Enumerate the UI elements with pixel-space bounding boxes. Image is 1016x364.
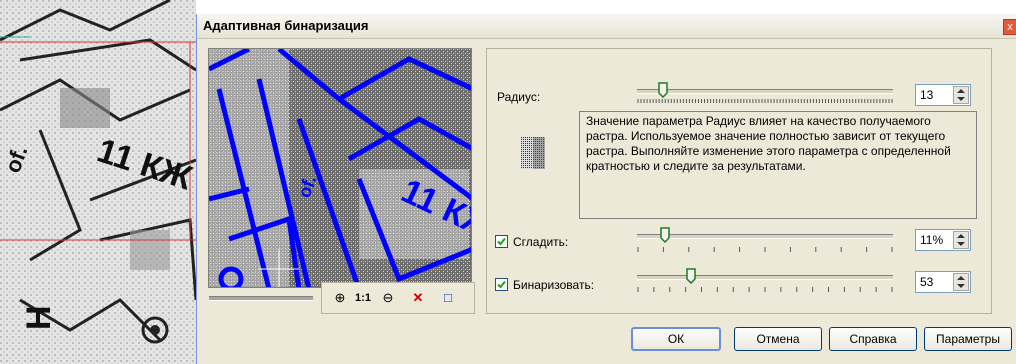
cancel-button[interactable]: Отмена [734,327,822,351]
parameters-button[interactable]: Параметры [924,327,1012,351]
radius-slider-thumb[interactable] [657,82,668,98]
dialog-title: Адаптивная бинаризация [203,18,369,33]
close-icon: x [1007,21,1013,33]
radius-ticks [637,99,893,103]
smooth-value: 11% [920,233,944,247]
radius-spinner[interactable]: 13 [915,84,971,106]
smooth-spinner[interactable]: 11% [915,229,971,251]
smooth-spin-buttons[interactable] [953,231,969,249]
preview-toolbar: ⊕ 1:1 ⊖ ✕ □ [321,282,475,314]
zoom-out-icon[interactable]: ⊖ [378,289,398,307]
delete-icon[interactable]: ✕ [408,289,428,307]
binarize-label: Бинаризовать: [513,278,595,292]
zoom-in-icon[interactable]: ⊕ [330,289,350,307]
smooth-slider-thumb[interactable] [660,227,670,243]
smooth-slider[interactable] [637,234,893,239]
radius-value: 13 [920,88,934,102]
dialog-titlebar[interactable]: Адаптивная бинаризация x [197,14,1016,39]
smooth-label: Сгладить: [513,235,569,249]
dither-preview-icon [521,137,545,169]
checkmark-icon [497,237,506,246]
fit-window-icon[interactable]: □ [438,289,458,307]
smooth-ticks [637,247,893,252]
binarize-spinner[interactable]: 53 [915,271,971,293]
binarize-slider[interactable] [637,275,893,280]
checkmark-icon [497,280,506,289]
radius-slider[interactable] [637,89,893,94]
adaptive-binarization-dialog: Адаптивная бинаризация x 11 КЖ of. ⊕ 1:1… [196,14,1016,364]
spin-arrows-icon [957,234,965,246]
hint-text: Значение параметра Радиус влияет на каче… [586,114,951,173]
preview-zoom-slider[interactable] [209,296,313,301]
spin-arrows-icon [957,89,965,101]
settings-panel: Радиус: 13 Значение параметра Радиус вли… [486,48,992,314]
ok-button[interactable]: ОК [631,327,721,351]
smooth-checkbox[interactable] [495,235,508,248]
radius-label: Радиус: [497,90,541,104]
binarize-value: 53 [920,275,934,289]
radius-spin-buttons[interactable] [953,86,969,104]
preview-image[interactable]: 11 КЖ of. [208,48,472,288]
zoom-1-1-button[interactable]: 1:1 [352,289,374,307]
binarize-checkbox[interactable] [495,278,508,291]
help-button[interactable]: Справка [829,327,917,351]
spin-arrows-icon [957,276,965,288]
map-label-h: H [20,305,58,330]
close-button[interactable]: x [1003,19,1016,35]
hint-box: Значение параметра Радиус влияет на каче… [579,111,977,219]
binarize-slider-thumb[interactable] [686,268,696,284]
binarize-ticks [637,287,893,292]
preview-raster: 11 КЖ of. [209,49,471,287]
binarize-spin-buttons[interactable] [953,273,969,291]
